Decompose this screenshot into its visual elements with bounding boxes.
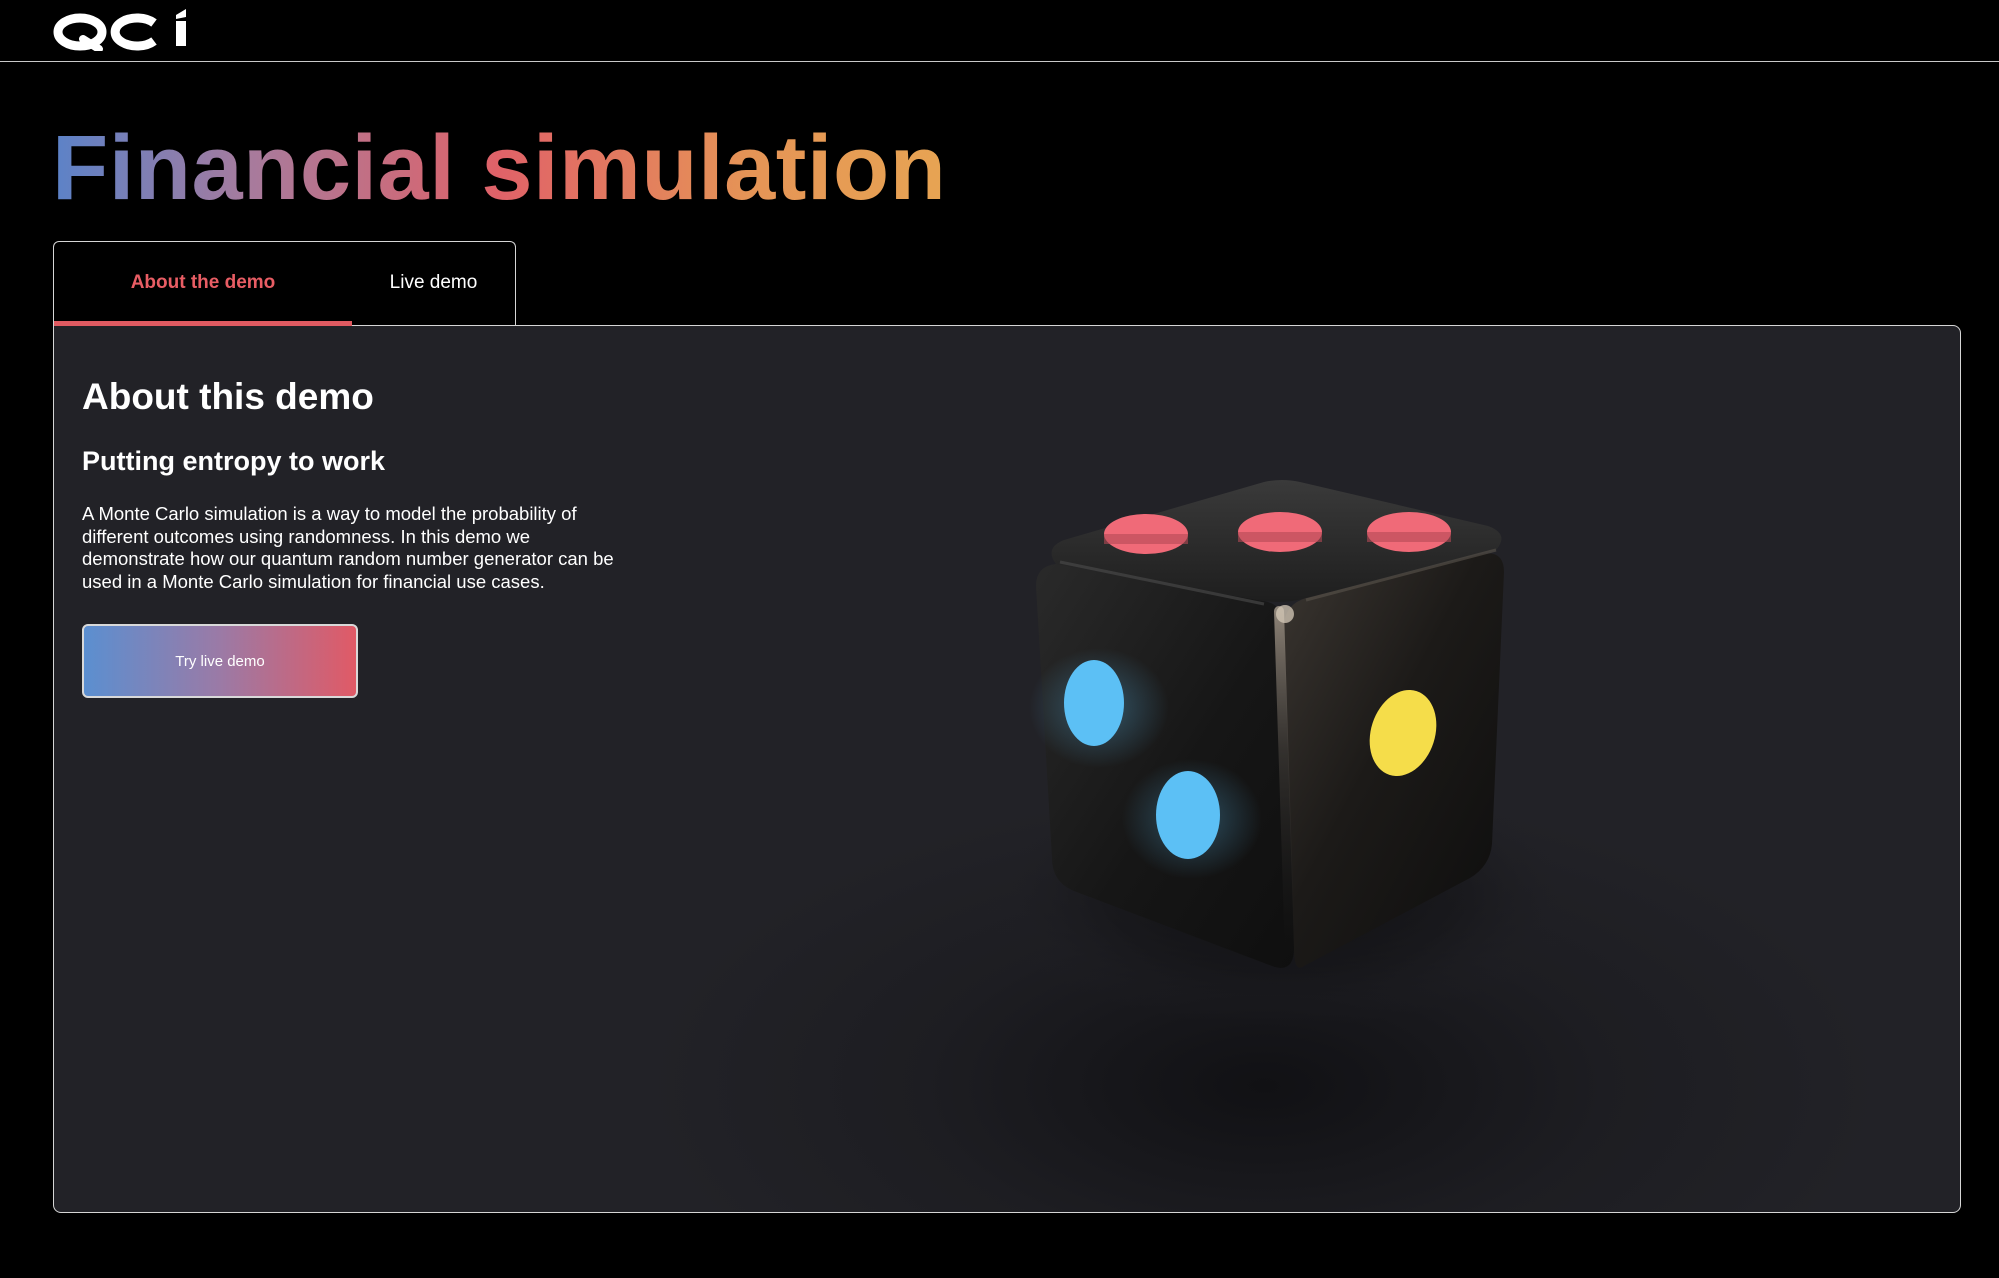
about-panel: About this demo Putting entropy to work …	[53, 325, 1961, 1213]
panel-heading: About this demo	[82, 376, 374, 417]
try-live-demo-button[interactable]: Try live demo	[82, 624, 358, 698]
tab-bar: About the demo Live demo	[53, 241, 516, 326]
tab-live-demo[interactable]: Live demo	[352, 242, 515, 324]
dice-illustration	[984, 480, 1584, 1026]
tab-about-the-demo[interactable]: About the demo	[54, 242, 352, 326]
page-title: Financial simulation	[52, 112, 946, 224]
panel-description: A Monte Carlo simulation is a way to mod…	[82, 503, 614, 592]
panel-subheading: Putting entropy to work	[82, 446, 385, 476]
qci-logo[interactable]	[53, 5, 195, 51]
top-navigation-bar	[0, 0, 1999, 62]
